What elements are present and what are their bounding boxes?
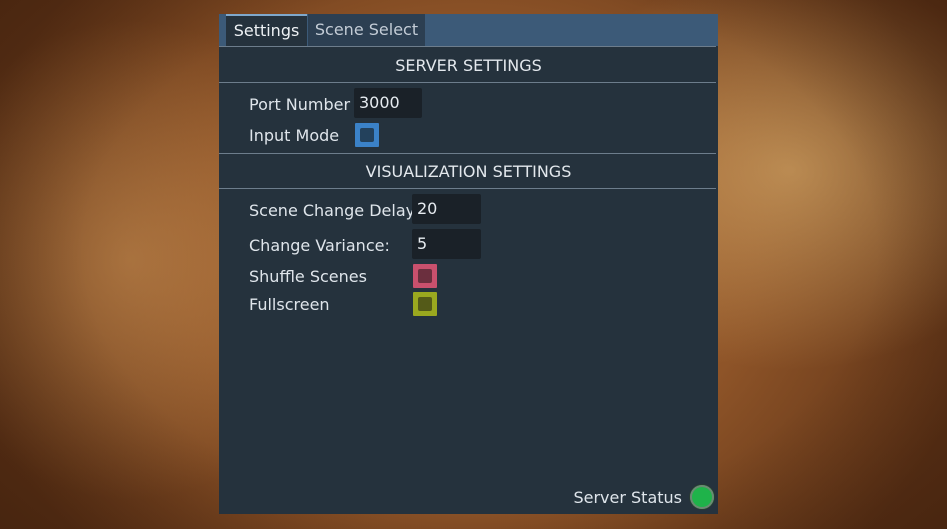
tab-bar: Settings Scene Select — [219, 14, 718, 46]
shuffle-scenes-label: Shuffle Scenes — [249, 267, 367, 286]
visualization-settings-heading: VISUALIZATION SETTINGS — [365, 162, 572, 181]
scene-change-delay-label: Scene Change Delay: — [249, 201, 420, 220]
port-number-label: Port Number — [249, 95, 351, 114]
server-settings-heading: SERVER SETTINGS — [395, 56, 542, 75]
shuffle-scenes-checkbox[interactable] — [413, 264, 437, 288]
change-variance-label: Change Variance: — [249, 236, 390, 255]
divider — [219, 153, 716, 154]
tab-settings[interactable]: Settings — [226, 14, 307, 46]
checkbox-box — [360, 128, 374, 142]
input-mode-checkbox[interactable] — [355, 123, 379, 147]
port-number-input[interactable]: 3000 — [354, 88, 422, 118]
checkbox-box — [418, 297, 432, 311]
input-mode-label: Input Mode — [249, 126, 340, 145]
change-variance-input[interactable]: 5 — [412, 229, 481, 259]
server-status-label: Server Status — [573, 488, 682, 507]
fullscreen-label: Fullscreen — [249, 295, 330, 314]
settings-panel: Settings Scene Select SERVER SETTINGS Po… — [219, 14, 718, 514]
checkbox-box — [418, 269, 432, 283]
divider — [219, 82, 716, 83]
server-status-indicator — [690, 485, 714, 509]
tab-underline — [219, 46, 716, 47]
fullscreen-checkbox[interactable] — [413, 292, 437, 316]
tab-scene-select[interactable]: Scene Select — [308, 14, 425, 46]
scene-change-delay-input[interactable]: 20 — [412, 194, 481, 224]
divider — [219, 188, 716, 189]
